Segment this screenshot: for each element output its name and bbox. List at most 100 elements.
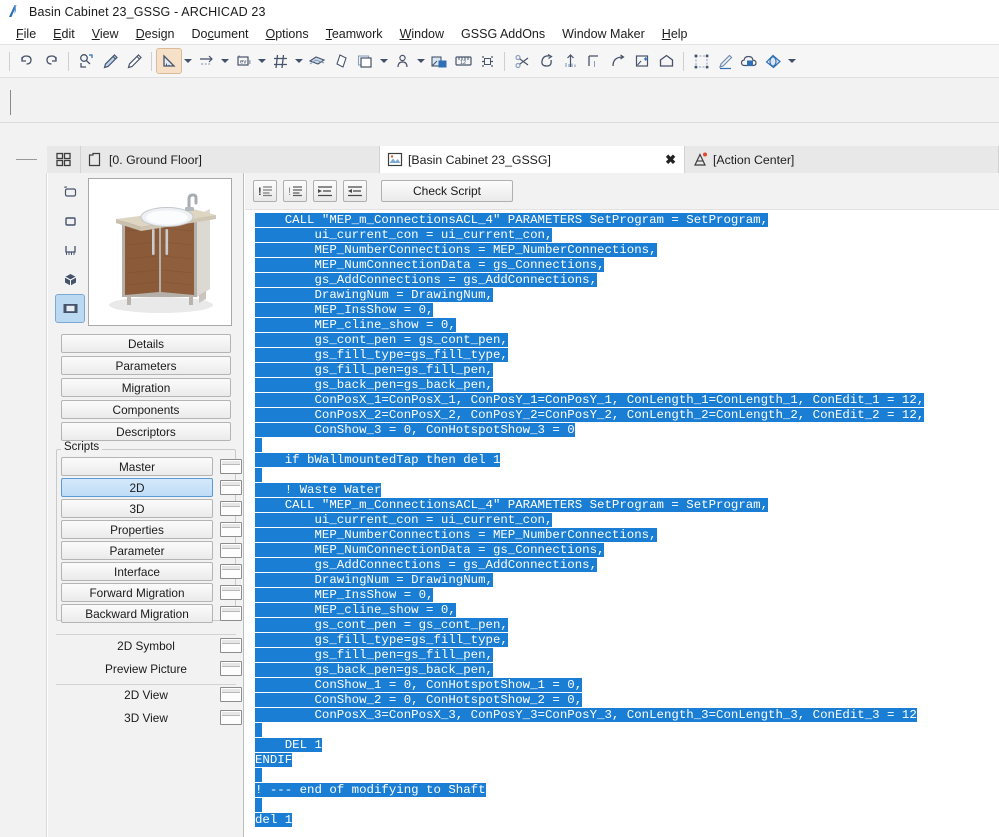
tab-basin-cabinet[interactable]: [Basin Cabinet 23_GSSG] ✖ <box>380 146 685 173</box>
tab-ground-floor[interactable]: [0. Ground Floor] <box>81 146 380 173</box>
section-icon[interactable] <box>56 237 84 264</box>
script-button-backward-migration[interactable]: Backward Migration <box>61 604 213 623</box>
mini-window-icon[interactable] <box>220 543 242 558</box>
eyedropper-icon[interactable] <box>122 49 146 73</box>
group-icon[interactable] <box>689 49 713 73</box>
edit-icon[interactable] <box>713 49 737 73</box>
dimension-dropdown-chevron-down-icon[interactable] <box>218 49 231 73</box>
menu-item-options[interactable]: Options <box>258 26 318 42</box>
mini-window-icon[interactable] <box>220 661 242 676</box>
menu-item-document[interactable]: Document <box>184 26 258 42</box>
menu-item-edit[interactable]: Edit <box>45 26 84 42</box>
display-options-icon[interactable] <box>353 49 377 73</box>
2d-symbol-label[interactable]: 2D Symbol <box>61 636 231 655</box>
grid-snap-dropdown-chevron-down-icon[interactable] <box>292 49 305 73</box>
script-editor-icon[interactable] <box>56 295 84 322</box>
archicad-window: Basin Cabinet 23_GSSG - ARCHICAD 23 File… <box>0 0 999 837</box>
script-button-parameter[interactable]: Parameter <box>61 541 213 560</box>
show-errors-icon[interactable]: ! <box>253 180 277 202</box>
tab-strip: [0. Ground Floor] [Basin Cabinet 23_GSSG… <box>0 146 999 173</box>
toolbar-separator <box>151 52 152 71</box>
script-button-master[interactable]: Master <box>61 457 213 476</box>
rectangle-icon[interactable] <box>56 208 84 235</box>
label-settings-dropdown-chevron-down-icon[interactable] <box>255 49 268 73</box>
menu-item-teamwork[interactable]: Teamwork <box>318 26 392 42</box>
menu-item-window[interactable]: Window <box>392 26 453 42</box>
menu-item-view[interactable]: View <box>84 26 128 42</box>
undo-icon[interactable] <box>15 49 39 73</box>
script-editor-pane: ! ! <box>245 173 999 837</box>
details-button[interactable]: Details <box>61 334 231 353</box>
display-options-dropdown-chevron-down-icon[interactable] <box>377 49 390 73</box>
mini-window-icon[interactable] <box>220 564 242 579</box>
pick-up-parameters-icon[interactable] <box>74 49 98 73</box>
code-text[interactable]: CALL "MEP_m_ConnectionsACL_4" PARAMETERS… <box>255 213 999 837</box>
measure-tool-icon[interactable] <box>157 49 181 73</box>
script-button-forward-migration[interactable]: Forward Migration <box>61 583 213 602</box>
mini-window-icon[interactable] <box>220 638 242 653</box>
select-subtype-icon[interactable] <box>56 179 84 206</box>
mini-window-icon[interactable] <box>220 687 242 702</box>
check-script-button[interactable]: Check Script <box>381 180 513 202</box>
script-editor-toolbar: ! ! <box>245 173 999 209</box>
magic-wand-icon[interactable] <box>534 49 558 73</box>
parameters-button[interactable]: Parameters <box>61 356 231 375</box>
layer-icon[interactable] <box>305 49 329 73</box>
menu-bar: File Edit View Design Document Options T… <box>0 23 999 45</box>
mini-window-icon[interactable] <box>220 501 242 516</box>
inject-parameters-icon[interactable] <box>98 49 122 73</box>
2d-view-label[interactable]: 2D View <box>61 685 231 704</box>
3d-box-icon[interactable] <box>56 266 84 293</box>
offset-icon[interactable] <box>582 49 606 73</box>
menu-item-window-maker[interactable]: Window Maker <box>554 26 654 42</box>
mini-window-icon[interactable] <box>220 459 242 474</box>
show-warnings-icon[interactable]: ! <box>283 180 307 202</box>
descriptors-button[interactable]: Descriptors <box>61 422 231 441</box>
mini-window-icon[interactable] <box>220 480 242 495</box>
label-settings-icon[interactable]: ev <box>231 49 255 73</box>
menu-item-gssg-addons[interactable]: GSSG AddOns <box>453 26 554 42</box>
decrease-indent-icon[interactable] <box>343 180 367 202</box>
menu-item-help[interactable]: Help <box>654 26 697 42</box>
preview-picture-label[interactable]: Preview Picture <box>61 659 231 678</box>
adjust-icon[interactable] <box>558 49 582 73</box>
teamwork-icon[interactable] <box>761 49 785 73</box>
trim-icon[interactable] <box>475 49 499 73</box>
renovation-filter-icon[interactable] <box>427 49 451 73</box>
solid-element-operations-icon[interactable] <box>654 49 678 73</box>
cloud-icon[interactable] <box>737 49 761 73</box>
increase-indent-icon[interactable] <box>313 180 337 202</box>
3d-view-label[interactable]: 3D View <box>61 708 231 727</box>
redo-icon[interactable] <box>39 49 63 73</box>
partial-structure-icon[interactable] <box>390 49 414 73</box>
multiply-icon[interactable] <box>630 49 654 73</box>
dimension-icon[interactable] <box>194 49 218 73</box>
fillet-icon[interactable] <box>606 49 630 73</box>
migration-button[interactable]: Migration <box>61 378 231 397</box>
grid-snap-icon[interactable] <box>268 49 292 73</box>
script-button-3d[interactable]: 3D <box>61 499 213 518</box>
tab-strip-handle[interactable] <box>16 159 37 160</box>
pen-set-icon[interactable] <box>329 49 353 73</box>
script-button-interface[interactable]: Interface <box>61 562 213 581</box>
mini-window-icon[interactable] <box>220 606 242 621</box>
partial-structure-dropdown-chevron-down-icon[interactable] <box>414 49 427 73</box>
library-part-preview <box>88 178 232 326</box>
menu-item-file[interactable]: File <box>8 26 45 42</box>
tab-grid-view-button[interactable] <box>47 146 81 173</box>
script-button-properties[interactable]: Properties <box>61 520 213 539</box>
mini-window-icon[interactable] <box>220 710 242 725</box>
mini-window-icon[interactable] <box>220 585 242 600</box>
measure-tool-dropdown-chevron-down-icon[interactable] <box>181 49 194 73</box>
code-editor[interactable]: CALL "MEP_m_ConnectionsACL_4" PARAMETERS… <box>245 209 999 837</box>
scale-icon[interactable]: 12 <box>451 49 475 73</box>
script-button-2d[interactable]: 2D <box>61 478 213 497</box>
menu-item-design[interactable]: Design <box>128 26 184 42</box>
components-button[interactable]: Components <box>61 400 231 419</box>
mini-window-icon[interactable] <box>220 522 242 537</box>
tab-action-center[interactable]: [Action Center] <box>685 146 999 173</box>
close-icon[interactable]: ✖ <box>665 152 676 168</box>
split-icon[interactable] <box>510 49 534 73</box>
secondary-toolbar-strip <box>0 78 999 123</box>
toolbar-overflow-chevron-down-icon[interactable] <box>785 49 798 73</box>
